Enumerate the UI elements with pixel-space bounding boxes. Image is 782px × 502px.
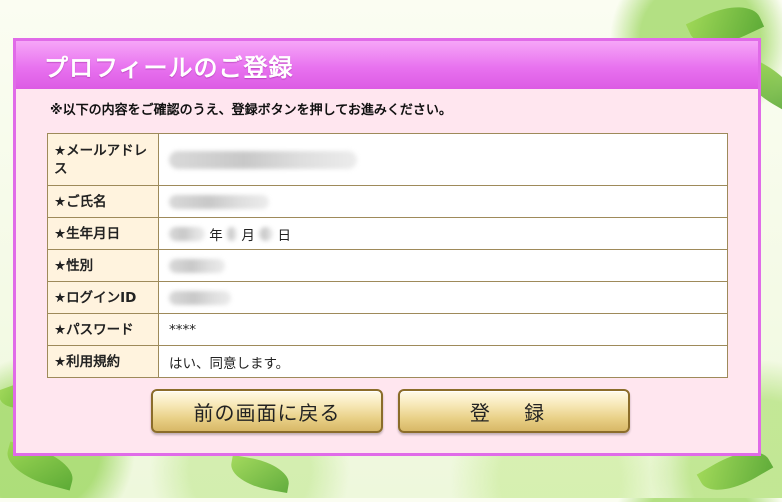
redacted-login-id xyxy=(169,290,231,305)
back-button[interactable]: 前の画面に戻る xyxy=(151,389,383,433)
year-unit: 年 xyxy=(209,227,223,244)
table-row: ★ログインID xyxy=(47,281,728,314)
terms-label: ★利用規約 xyxy=(47,345,159,378)
confirm-notice: ※以下の内容をご確認のうえ、登録ボタンを押してお進みください。 xyxy=(50,103,452,118)
leaf-decoration xyxy=(228,455,292,493)
name-label: ★ご氏名 xyxy=(47,185,159,218)
table-row: ★生年月日 年 月 日 xyxy=(47,217,728,250)
terms-value: はい、同意します。 xyxy=(158,345,728,378)
redacted-name xyxy=(169,194,269,209)
profile-registration-panel: プロフィールのご登録 ※以下の内容をご確認のうえ、登録ボタンを押してお進みくださ… xyxy=(13,38,761,456)
register-button[interactable]: 登 録 xyxy=(398,389,630,433)
confirmation-table: ★メールアドレス ★ご氏名 ★生年月日 年 月 日 ★性別 ★ログインID ★パ… xyxy=(47,133,728,378)
gender-label: ★性別 xyxy=(47,249,159,282)
email-value xyxy=(158,133,728,186)
name-value xyxy=(158,185,728,218)
birthdate-label: ★生年月日 xyxy=(47,217,159,250)
table-row: ★ご氏名 xyxy=(47,185,728,218)
page-title: プロフィールのご登録 xyxy=(44,53,294,82)
email-label: ★メールアドレス xyxy=(47,133,159,186)
gender-value xyxy=(158,249,728,282)
redacted-month xyxy=(227,226,238,241)
table-row: ★利用規約 はい、同意します。 xyxy=(47,345,728,378)
login-id-value xyxy=(158,281,728,314)
redacted-day xyxy=(259,226,274,241)
panel-header: プロフィールのご登録 xyxy=(16,41,758,89)
login-id-label: ★ログインID xyxy=(47,281,159,314)
table-row: ★性別 xyxy=(47,249,728,282)
birthdate-value: 年 月 日 xyxy=(158,217,728,250)
table-row: ★パスワード **** xyxy=(47,313,728,346)
redacted-gender xyxy=(169,258,225,273)
redacted-email xyxy=(169,150,357,169)
month-unit: 月 xyxy=(241,227,255,244)
redacted-year xyxy=(169,226,205,241)
table-row: ★メールアドレス xyxy=(47,133,728,186)
password-label: ★パスワード xyxy=(47,313,159,346)
password-value: **** xyxy=(158,313,728,346)
day-unit: 日 xyxy=(277,227,291,244)
